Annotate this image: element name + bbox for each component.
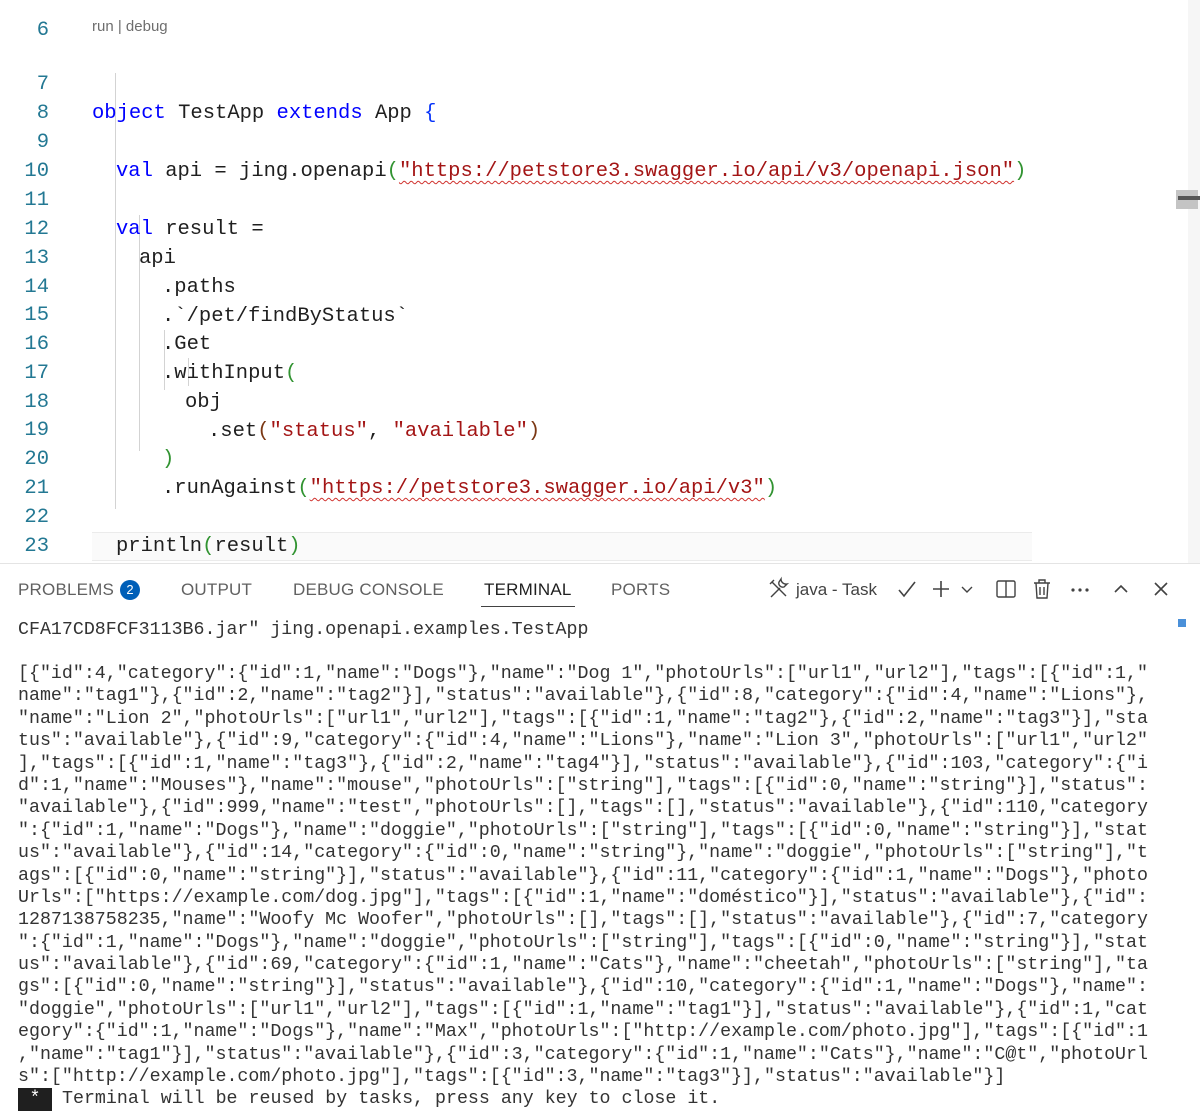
code-line: 18 .set("status", "available")	[0, 359, 1172, 443]
tab-output[interactable]: OUTPUT	[181, 580, 252, 600]
tab-label: PROBLEMS	[18, 580, 115, 599]
panel-tab-bar: PROBLEMS 2 OUTPUT DEBUG CONSOLE TERMINAL …	[0, 564, 1200, 614]
code-line: 21	[0, 445, 1172, 500]
code-editor[interactable]: 6 run | debug 7 object TestApp extends A…	[0, 0, 1200, 563]
code-line: 20 .runAgainst("https://petstore3.swagge…	[0, 416, 1172, 500]
code-line: 6	[0, 0, 1172, 42]
codelens-run-debug[interactable]: run | debug	[92, 17, 168, 37]
code-line: 8	[0, 70, 1172, 125]
terminal-output-line: [{"id":4,"category":{"id":1,"name":"Dogs…	[18, 664, 1148, 684]
code-line: 22 println(result)	[0, 474, 1172, 558]
code-line: 15 .Get	[0, 272, 1172, 356]
terminal-output-line: ],"tags":[{"id":1,"name":"tag3"},{"id":2…	[18, 753, 1148, 774]
code-line: 11 val result =	[0, 157, 1172, 241]
tab-ports[interactable]: PORTS	[611, 580, 670, 600]
terminal-output-line: ags":[{"id":0,"name":"string"}],"status"…	[18, 865, 1148, 886]
code-line: 23 }	[0, 503, 1172, 558]
code-line: 10	[0, 128, 1172, 183]
terminal-output-line: egory":{"id":1,"name":"Dogs"},"name":"Ma…	[18, 1022, 1148, 1043]
problems-count-badge: 2	[120, 580, 141, 600]
terminal-footer-line: * Terminal will be reused by tasks, press…	[18, 1088, 1178, 1111]
terminal-command-line: CFA17CD8FCF3113B6.jar" jing.openapi.exam…	[18, 620, 589, 640]
split-icon[interactable]	[994, 576, 1018, 602]
terminal-output-line: 1287138758235,"name":"Woofy Mc Woofer","…	[18, 910, 1148, 931]
chevron-up-icon[interactable]	[1110, 576, 1132, 602]
terminal-output-line: "name":"Lion 2","photoUrls":["url1","url…	[18, 708, 1148, 729]
tab-debug-console[interactable]: DEBUG CONSOLE	[293, 580, 444, 600]
overview-ruler-cursor	[1178, 196, 1200, 200]
check-icon	[896, 576, 918, 602]
chevron-down-icon[interactable]	[958, 576, 976, 602]
terminal-output-line: d":1,"name":"Mouses"},"name":"mouse","ph…	[18, 775, 1148, 796]
terminal-output-line: gs":[{"id":0,"name":"string"}],"status":…	[18, 977, 1148, 998]
code-line: 17 obj	[0, 330, 1172, 414]
terminal-output-line: tus":"available"},{"id":9,"category":{"i…	[18, 731, 1148, 752]
code-line: 24	[0, 531, 1172, 560]
tab-problems[interactable]: PROBLEMS 2	[18, 580, 141, 600]
code-line: 13 .paths	[0, 215, 1172, 299]
tools-icon	[766, 576, 792, 602]
code-line: 12 api	[0, 186, 1172, 270]
editor-scrollbar[interactable]	[1188, 0, 1200, 563]
terminal-output-line: name":"tag1"},{"id":2,"name":"tag2"}],"s…	[18, 686, 1148, 707]
terminal-output-line: ":{"id":1,"name":"Dogs"},"name":"doggie"…	[18, 932, 1148, 953]
terminal-output-line: us":"available"},{"id":69,"category":{"i…	[18, 955, 1148, 976]
trash-icon[interactable]	[1030, 576, 1054, 602]
tab-terminal[interactable]: TERMINAL	[484, 580, 572, 600]
active-tab-indicator	[481, 606, 575, 607]
terminal-output-line: "doggie","photoUrls":["url1","url2"],"ta…	[18, 999, 1148, 1020]
task-marker: *	[18, 1088, 52, 1111]
plus-icon[interactable]	[930, 576, 952, 602]
terminal-task-label[interactable]: java - Task	[796, 580, 877, 600]
terminal-output-line: Urls":["https://example.com/dog.jpg"],"t…	[18, 887, 1148, 908]
code-line: 14 .`/pet/findByStatus`	[0, 244, 1172, 328]
terminal-footer-text: Terminal will be reused by tasks, press …	[62, 1089, 721, 1110]
code-line: 7 object TestApp extends App {	[0, 41, 1172, 125]
terminal-output-line: s":["http://example.com/photo.jpg"],"tag…	[18, 1067, 1006, 1088]
terminal-output-line: us":"available"},{"id":14,"category":{"i…	[18, 843, 1148, 864]
code-line: 16 .withInput(	[0, 301, 1172, 385]
ellipsis-icon[interactable]	[1068, 576, 1092, 602]
terminal-output-line: ":{"id":1,"name":"Dogs"},"name":"doggie"…	[18, 820, 1148, 841]
terminal-output-line: ,"name":"tag1"}],"status":"available"},{…	[18, 1044, 1148, 1065]
terminal-output-line: "available"},{"id":999,"name":"test","ph…	[18, 798, 1148, 819]
code-line: 9 val api = jing.openapi("https://petsto…	[0, 99, 1172, 183]
terminal-scroll-indicator	[1178, 619, 1186, 627]
code-line: 19 )	[0, 387, 1172, 471]
terminal-json-output: [{"id":4,"category":{"id":1,"name":"Dogs…	[18, 663, 1178, 1111]
bottom-panel: PROBLEMS 2 OUTPUT DEBUG CONSOLE TERMINAL …	[0, 563, 1200, 1113]
close-icon[interactable]	[1150, 576, 1172, 602]
